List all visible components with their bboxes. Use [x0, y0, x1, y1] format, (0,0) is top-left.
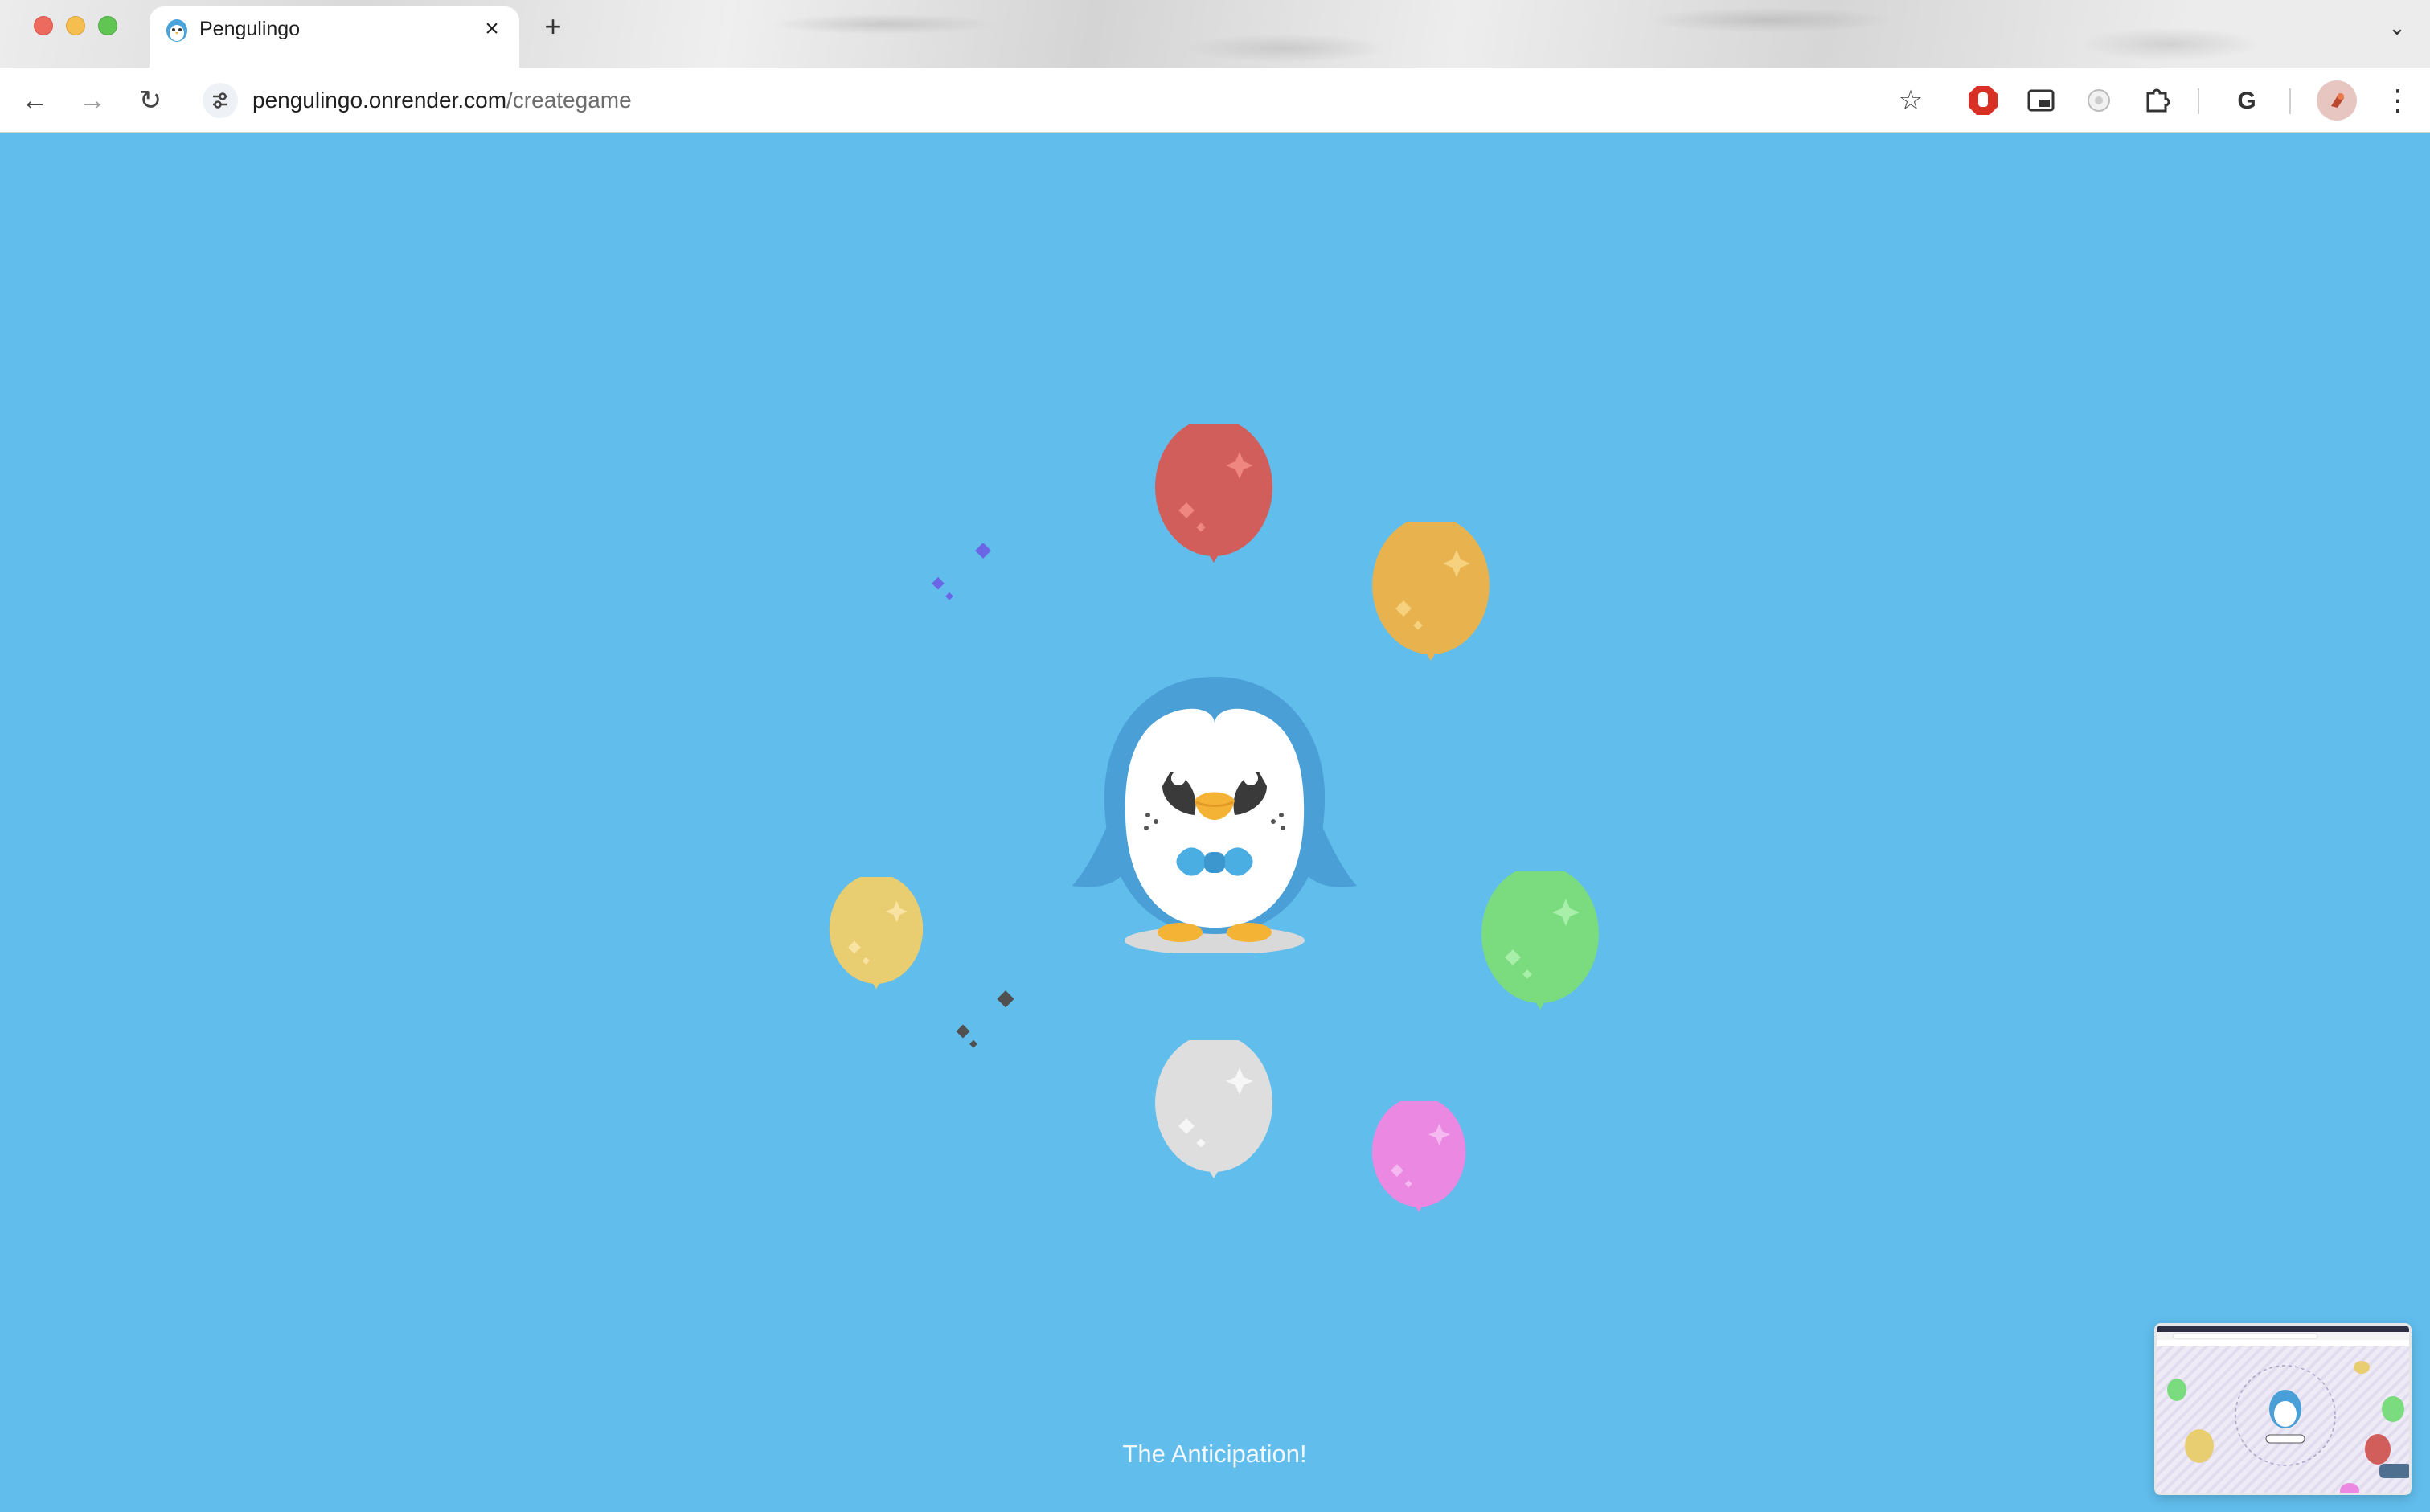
address-bar[interactable]: pengulingo.onrender.com/creategame ☆: [191, 76, 1944, 125]
toolbar-separator: [2198, 88, 2199, 114]
site-info-tune-icon[interactable]: [203, 83, 238, 118]
window-minimize-button[interactable]: [66, 16, 85, 35]
reload-icon[interactable]: ↻: [132, 82, 169, 119]
balloon-yellow: [829, 877, 924, 990]
browser-menu-kebab-icon[interactable]: ⋮: [2379, 82, 2416, 119]
window-close-button[interactable]: [34, 16, 53, 35]
extensions-puzzle-icon[interactable]: [2138, 82, 2175, 119]
balloon-pink: [1371, 1101, 1466, 1212]
svg-text:G: G: [2237, 88, 2256, 114]
window-maximize-button[interactable]: [98, 16, 117, 35]
forward-arrow-icon[interactable]: →: [74, 82, 111, 119]
browser-tab-strip: Pengulingo × + ⌄: [0, 0, 2430, 68]
anticipation-caption: The Anticipation!: [1122, 1440, 1307, 1468]
penguin-mascot: [1072, 677, 1357, 953]
profile-avatar[interactable]: [2317, 80, 2357, 121]
tab-search-chevron-down-icon[interactable]: ⌄: [2381, 11, 2413, 43]
tab-close-icon[interactable]: ×: [477, 14, 506, 43]
browser-tab-active[interactable]: Pengulingo ×: [150, 6, 519, 68]
balloon-white: [1155, 1040, 1272, 1178]
google-g-icon[interactable]: G: [2228, 82, 2265, 119]
penguin-favicon-icon: [166, 19, 187, 42]
confetti-sparkles-dark: [956, 990, 1014, 1048]
picture-in-picture-icon[interactable]: [2022, 82, 2059, 119]
bookmark-star-icon[interactable]: ☆: [1892, 82, 1929, 119]
url-path: /creategame: [506, 88, 632, 113]
browser-toolbar: ← → ↻ pengulingo.onrender.com/creategame…: [0, 68, 2430, 133]
preview-screenshot-image: [2157, 1326, 2409, 1493]
page-preview-thumbnail[interactable]: [2154, 1323, 2412, 1495]
url-text[interactable]: pengulingo.onrender.com/creategame: [252, 76, 632, 125]
tab-title: Pengulingo: [199, 18, 301, 40]
game-page: The Anticipation!: [0, 133, 2430, 1512]
balloon-green: [1481, 871, 1599, 1010]
url-host: pengulingo.onrender.com: [252, 88, 507, 113]
balloon-red: [1155, 424, 1272, 563]
extension-circle-icon[interactable]: [2080, 82, 2117, 119]
confetti-sparkles-purple: [932, 543, 991, 600]
adblock-stop-hand-icon[interactable]: [1965, 82, 2002, 119]
toolbar-separator: [2289, 88, 2291, 114]
back-arrow-icon[interactable]: ←: [16, 82, 53, 119]
new-tab-plus-icon[interactable]: +: [537, 11, 569, 43]
balloon-orange: [1372, 522, 1490, 661]
